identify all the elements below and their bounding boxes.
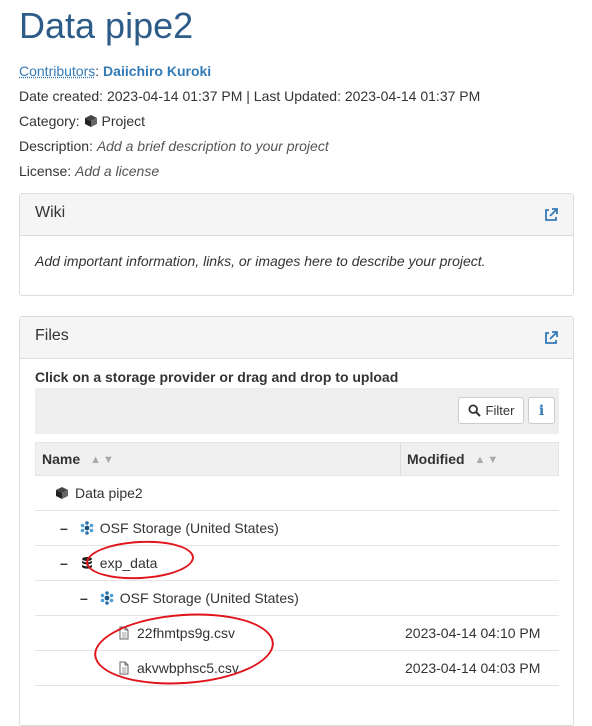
wiki-title: Wiki bbox=[35, 204, 66, 221]
external-link-icon[interactable] bbox=[543, 330, 559, 346]
row-name: Data pipe2 bbox=[75, 485, 143, 501]
tree-empty-row bbox=[35, 686, 559, 721]
tree-row-storage[interactable]: – OSF Storage (United States) bbox=[35, 511, 559, 546]
files-title: Files bbox=[35, 327, 69, 344]
contributor-name[interactable]: Daiichiro Kuroki bbox=[103, 63, 211, 79]
cube-icon bbox=[84, 115, 97, 127]
category-label: Category: bbox=[19, 113, 80, 129]
search-icon bbox=[468, 404, 481, 417]
row-modified: 2023-04-14 04:03 PM bbox=[405, 660, 541, 676]
row-name: akvwbphsc5.csv bbox=[137, 660, 239, 676]
contributors-link[interactable]: Contributors bbox=[19, 63, 95, 79]
grid-header: Name ▲▼ Modified ▲▼ bbox=[35, 442, 559, 476]
wiki-body: Add important information, links, or ima… bbox=[35, 253, 486, 269]
sort-arrows-icon[interactable]: ▲▼ bbox=[90, 454, 116, 466]
license-value[interactable]: Add a license bbox=[75, 163, 159, 179]
osf-storage-icon bbox=[100, 591, 114, 605]
file-tree-grid: Name ▲▼ Modified ▲▼ Data pipe2 – OSF Sto… bbox=[35, 442, 559, 721]
tree-row-component[interactable]: – exp_data bbox=[35, 546, 559, 581]
osf-storage-icon bbox=[80, 521, 94, 535]
row-name: 22fhmtps9g.csv bbox=[137, 625, 236, 641]
tree-row-storage[interactable]: – OSF Storage (United States) bbox=[35, 581, 559, 616]
filter-label: Filter bbox=[485, 403, 515, 418]
modified-column-label: Modified bbox=[407, 451, 465, 467]
description-line: Description: Add a brief description to … bbox=[19, 136, 329, 156]
filter-button[interactable]: Filter bbox=[458, 397, 524, 424]
contributors-line: Contributors: Daiichiro Kuroki bbox=[19, 63, 212, 79]
info-icon: i bbox=[538, 402, 545, 419]
collapse-toggle-icon[interactable]: – bbox=[60, 555, 68, 571]
files-header: Files bbox=[20, 317, 573, 359]
files-panel: Files Click on a storage provider or dra… bbox=[19, 316, 574, 726]
name-column-header[interactable]: Name ▲▼ bbox=[42, 451, 116, 467]
dates-value: 2023-04-14 01:37 PM | Last Updated: 2023… bbox=[106, 88, 481, 104]
collapse-toggle-icon[interactable]: – bbox=[60, 520, 68, 536]
description-value[interactable]: Add a brief description to your project bbox=[97, 138, 329, 154]
category-value: Project bbox=[101, 113, 146, 129]
info-button[interactable]: i bbox=[528, 397, 555, 424]
sort-arrows-icon[interactable]: ▲▼ bbox=[475, 454, 501, 466]
database-icon bbox=[81, 557, 92, 569]
tree-row-file[interactable]: 22fhmtps9g.csv 2023-04-14 04:10 PM bbox=[35, 616, 559, 651]
wiki-header: Wiki bbox=[20, 194, 573, 236]
row-name: OSF Storage (United States) bbox=[119, 590, 299, 606]
collapse-toggle-icon[interactable]: – bbox=[80, 590, 88, 606]
upload-message: Click on a storage provider or drag and … bbox=[35, 369, 399, 385]
dates-label: Date created: bbox=[19, 88, 104, 104]
tree-row-project[interactable]: Data pipe2 bbox=[35, 476, 559, 511]
file-icon bbox=[119, 626, 129, 640]
row-name: OSF Storage (United States) bbox=[99, 520, 279, 536]
page-title: Data pipe2 bbox=[19, 5, 194, 46]
license-line: License: Add a license bbox=[19, 161, 159, 181]
modified-column-header[interactable]: Modified ▲▼ bbox=[407, 451, 500, 467]
name-column-label: Name bbox=[42, 451, 81, 467]
tree-row-file[interactable]: akvwbphsc5.csv 2023-04-14 04:03 PM bbox=[35, 651, 559, 686]
cube-icon bbox=[56, 487, 68, 499]
description-label: Description: bbox=[19, 138, 93, 154]
license-label: License: bbox=[19, 163, 72, 179]
category-line: Category: Project bbox=[19, 111, 145, 131]
row-modified: 2023-04-14 04:10 PM bbox=[405, 625, 541, 641]
external-link-icon[interactable] bbox=[543, 207, 559, 223]
dates-line: Date created: 2023-04-14 01:37 PM | Last… bbox=[19, 86, 480, 106]
file-icon bbox=[119, 661, 129, 675]
column-divider bbox=[400, 443, 401, 475]
row-name: exp_data bbox=[99, 555, 158, 571]
wiki-panel: Wiki Add important information, links, o… bbox=[19, 193, 574, 296]
files-toolbar: Filter i bbox=[35, 388, 559, 434]
